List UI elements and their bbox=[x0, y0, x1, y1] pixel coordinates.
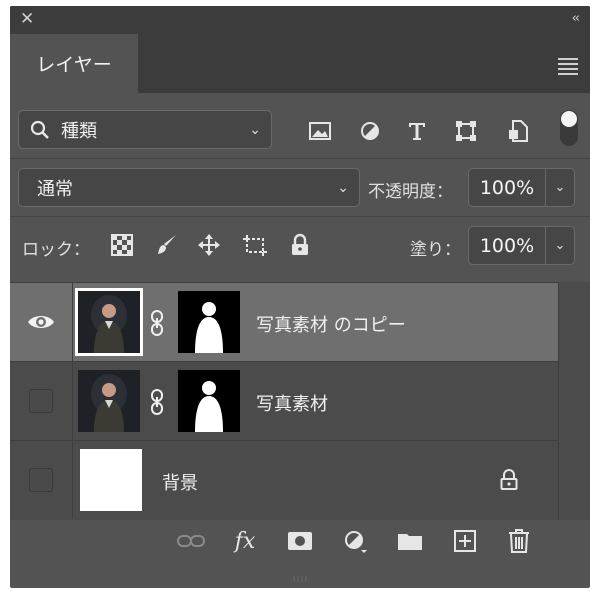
layer-name[interactable]: 背景 bbox=[162, 469, 198, 495]
chain-link-icon[interactable] bbox=[150, 388, 164, 416]
pixel-filter-icon[interactable] bbox=[307, 118, 333, 144]
layer-name[interactable]: 写真素材 のコピー bbox=[256, 311, 406, 337]
layer-mask-thumbnail[interactable] bbox=[178, 370, 240, 432]
close-icon[interactable]: ✕ bbox=[20, 9, 34, 29]
fill-label: 塗り： bbox=[410, 240, 461, 260]
chevron-down-icon: ⌄ bbox=[554, 180, 566, 195]
type-filter-icon[interactable] bbox=[404, 118, 430, 144]
lock-position-icon[interactable] bbox=[196, 232, 222, 258]
tab-layers[interactable]: レイヤー bbox=[10, 34, 138, 93]
fill-input[interactable]: 100% bbox=[468, 226, 546, 265]
lock-image-icon[interactable] bbox=[154, 232, 180, 258]
layer-thumbnail[interactable] bbox=[78, 370, 140, 432]
chevron-down-icon: ⌄ bbox=[337, 179, 349, 196]
resize-grip-icon[interactable] bbox=[280, 576, 320, 582]
layer-name[interactable]: 写真素材 bbox=[256, 390, 328, 416]
opacity-dropdown-button[interactable]: ⌄ bbox=[546, 168, 575, 207]
panel-menu-icon[interactable] bbox=[558, 58, 578, 78]
layers-scrollbar[interactable] bbox=[558, 282, 590, 520]
shape-filter-icon[interactable] bbox=[453, 118, 479, 144]
adjustment-filter-icon[interactable] bbox=[357, 118, 383, 144]
layer-row[interactable]: 写真素材 bbox=[10, 361, 558, 440]
layer-filter-dropdown[interactable]: 種類 ⌄ bbox=[18, 110, 272, 149]
fill-dropdown-button[interactable]: ⌄ bbox=[546, 226, 575, 265]
filter-kind-label: 種類 bbox=[61, 120, 97, 142]
lock-artboard-icon[interactable] bbox=[242, 232, 268, 258]
layer-mask-thumbnail[interactable] bbox=[178, 291, 240, 353]
link-layers-icon[interactable] bbox=[176, 526, 206, 556]
blend-mode-dropdown[interactable]: 通常 ⌄ bbox=[18, 168, 360, 207]
divider bbox=[10, 158, 590, 159]
new-layer-icon[interactable] bbox=[450, 526, 480, 556]
visibility-toggle[interactable] bbox=[10, 283, 73, 361]
chain-link-icon[interactable] bbox=[150, 309, 164, 337]
double-chevron-left-icon[interactable]: ‹‹ bbox=[572, 11, 581, 26]
visibility-toggle[interactable] bbox=[10, 362, 73, 440]
filter-toggle[interactable] bbox=[560, 110, 578, 146]
fx-icon[interactable]: fx bbox=[230, 526, 260, 556]
blend-mode-label: 通常 bbox=[37, 178, 73, 200]
layers-list: 写真素材 のコピー 写真素材 背景 bbox=[10, 282, 590, 520]
visibility-toggle[interactable] bbox=[10, 441, 73, 519]
lock-transparent-icon[interactable] bbox=[109, 232, 135, 258]
lock-icon bbox=[500, 469, 518, 490]
layer-row[interactable]: 写真素材 のコピー bbox=[10, 282, 558, 361]
layer-thumbnail[interactable] bbox=[75, 288, 143, 356]
visibility-checkbox bbox=[29, 389, 53, 413]
opacity-label: 不透明度： bbox=[368, 182, 453, 202]
opacity-input[interactable]: 100% bbox=[468, 168, 546, 207]
layer-thumbnail[interactable] bbox=[80, 449, 142, 511]
add-mask-icon[interactable] bbox=[285, 526, 315, 556]
lock-label: ロック： bbox=[22, 240, 90, 260]
layers-panel: ✕ ‹‹ レイヤー 種類 ⌄ 通常 ⌄ 不透明度： 100% ⌄ ロック： 塗り… bbox=[10, 6, 590, 588]
visibility-checkbox bbox=[29, 468, 53, 492]
chevron-down-icon: ⌄ bbox=[554, 238, 566, 253]
group-folder-icon[interactable] bbox=[395, 526, 425, 556]
lock-all-icon[interactable] bbox=[287, 232, 313, 258]
smart-object-filter-icon[interactable] bbox=[505, 118, 531, 144]
trash-icon[interactable] bbox=[504, 526, 534, 556]
divider bbox=[10, 216, 590, 217]
chevron-down-icon: ⌄ bbox=[249, 121, 261, 138]
panel-title-bar: ✕ ‹‹ bbox=[10, 6, 590, 34]
adjustment-layer-icon[interactable] bbox=[340, 526, 370, 556]
eye-icon bbox=[28, 316, 54, 328]
panel-tab-row: レイヤー bbox=[10, 34, 590, 93]
layer-row[interactable]: 背景 bbox=[10, 440, 558, 519]
search-icon bbox=[30, 120, 49, 139]
